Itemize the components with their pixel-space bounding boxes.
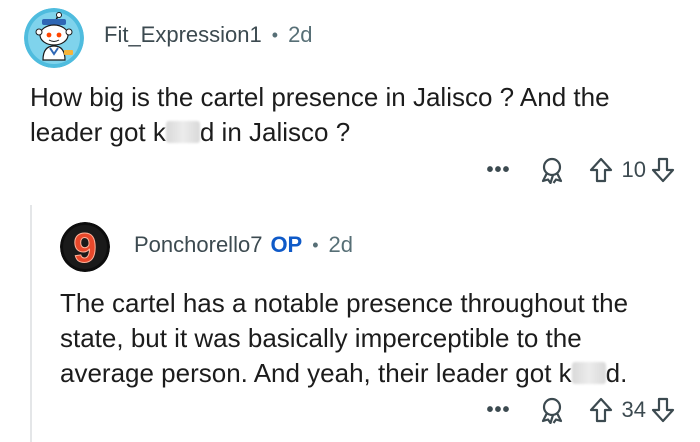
username[interactable]: Ponchorello7	[134, 232, 262, 258]
redaction-blur	[571, 362, 606, 384]
more-options-icon: •••	[486, 158, 511, 181]
upvote-arrow-icon	[589, 157, 612, 183]
upvote-button[interactable]	[588, 397, 614, 423]
comment-body: How big is the cartel presence in Jalisc…	[30, 80, 670, 150]
avatar-glyph: 9	[73, 224, 96, 271]
comment-age: 2d	[328, 232, 354, 257]
comment-actions: ••• 10	[484, 156, 676, 184]
number-nine-avatar-icon: 9	[60, 222, 110, 272]
comment-actions: ••• 34	[484, 396, 676, 424]
user-avatar[interactable]	[24, 8, 84, 68]
meta-separator: •	[312, 234, 319, 255]
redaction-blur	[165, 121, 200, 143]
vote-score: 10	[621, 157, 646, 182]
more-options-icon: •••	[486, 398, 511, 421]
comment-body-text-tail: d in Jalisco ?	[199, 117, 351, 147]
more-options-button[interactable]: •••	[484, 159, 514, 182]
comment-meta: Ponchorello7 OP • 2d	[134, 232, 353, 258]
vote-score: 34	[621, 397, 646, 422]
comment-ponchorello7: 9 Ponchorello7 OP • 2d The cartel has a …	[0, 200, 700, 442]
award-button[interactable]	[536, 396, 568, 424]
upvote-button[interactable]	[588, 157, 614, 183]
meta-separator: •	[271, 24, 279, 45]
downvote-arrow-icon	[651, 157, 675, 183]
op-badge: OP	[270, 232, 303, 257]
downvote-button[interactable]	[650, 157, 676, 183]
comment-body-text-tail: d.	[605, 358, 628, 388]
downvote-arrow-icon	[651, 397, 675, 423]
comment-age: 2d	[288, 22, 313, 47]
comment-body-text: The cartel has a notable presence throug…	[60, 288, 629, 388]
award-icon	[541, 397, 562, 424]
award-button[interactable]	[536, 156, 568, 184]
snoo-avatar-icon	[24, 8, 84, 68]
username[interactable]: Fit_Expression1	[104, 22, 262, 48]
comment-body: The cartel has a notable presence throug…	[60, 286, 680, 391]
comment-fit-expression1: Fit_Expression1 • 2d How big is the cart…	[0, 0, 700, 200]
downvote-button[interactable]	[650, 397, 676, 423]
user-avatar[interactable]: 9	[60, 222, 110, 272]
award-icon	[541, 157, 562, 184]
upvote-arrow-icon	[589, 397, 612, 423]
comment-meta: Fit_Expression1 • 2d	[104, 22, 313, 48]
more-options-button[interactable]: •••	[484, 399, 514, 422]
